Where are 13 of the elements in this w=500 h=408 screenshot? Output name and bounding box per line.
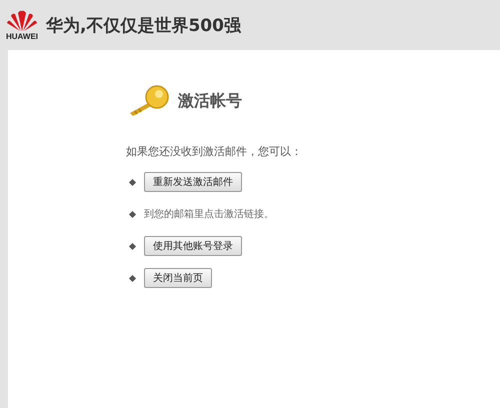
hint-text: 到您的邮箱里点击激活链接。 bbox=[144, 208, 274, 221]
action-button[interactable]: 使用其他账号登录 bbox=[144, 236, 242, 256]
action-button[interactable]: 关闭当前页 bbox=[144, 268, 212, 288]
bullet-icon bbox=[128, 274, 136, 282]
logo-text: HUAWEI bbox=[6, 32, 38, 40]
page-title: 华为,不仅仅是世界500强 bbox=[46, 14, 241, 36]
bullet-icon bbox=[128, 242, 136, 250]
petal-logo-icon bbox=[7, 10, 37, 32]
section-heading: 激活帐号 bbox=[178, 90, 242, 112]
bullet-icon bbox=[128, 210, 136, 218]
bullet-icon bbox=[128, 178, 136, 186]
instruction-text: 如果您还没收到激活邮件，您可以： bbox=[126, 144, 303, 159]
action-button[interactable]: 重新发送激活邮件 bbox=[144, 172, 242, 192]
